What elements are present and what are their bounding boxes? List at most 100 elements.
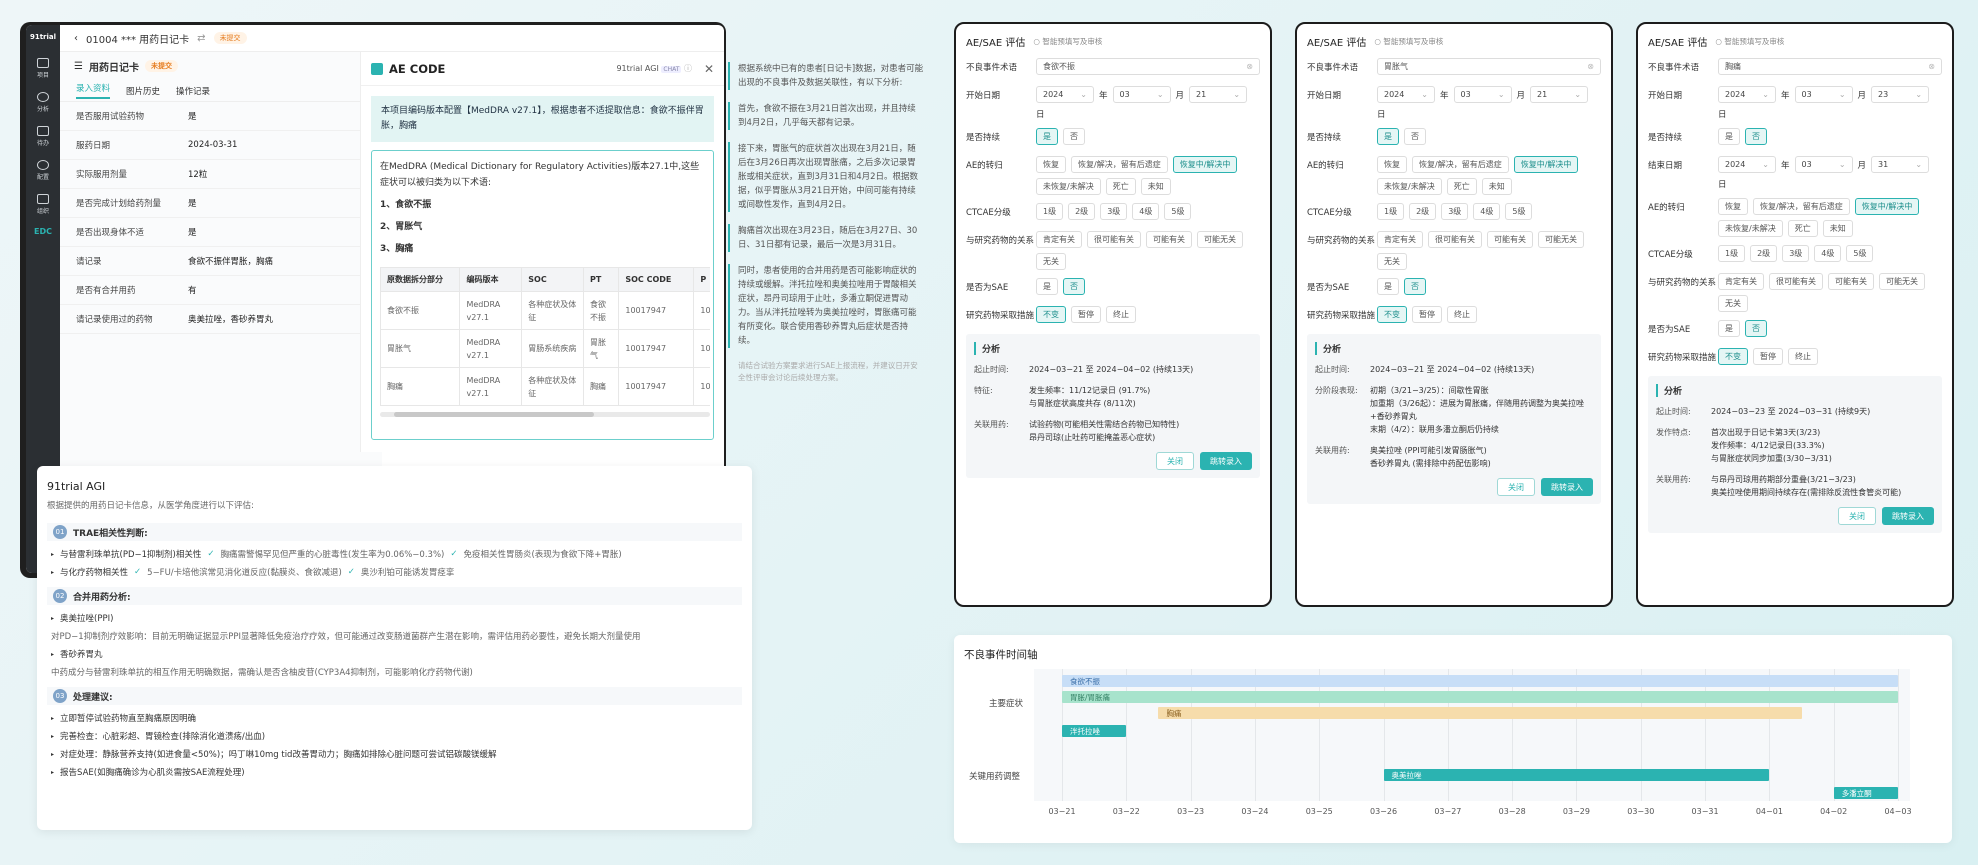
- field-value[interactable]: 是: [188, 197, 197, 209]
- clear-icon[interactable]: ⊗: [1928, 62, 1935, 71]
- option-chip[interactable]: 肯定有关: [1036, 231, 1082, 248]
- option-chip[interactable]: 未知: [1481, 178, 1512, 195]
- sidebar-item-todo[interactable]: 待办: [26, 119, 60, 153]
- jump-entry-button[interactable]: 跳转录入: [1882, 507, 1934, 525]
- option-chip[interactable]: 终止: [1788, 348, 1818, 365]
- date-select[interactable]: 03 ⌄: [1453, 86, 1512, 103]
- close-icon[interactable]: ✕: [704, 62, 714, 76]
- option-chip[interactable]: 否: [1404, 278, 1426, 295]
- option-chip[interactable]: 2级: [1750, 245, 1778, 262]
- date-select[interactable]: 2024 ⌄: [1718, 86, 1776, 103]
- date-select[interactable]: 03 ⌄: [1794, 86, 1853, 103]
- option-chip[interactable]: 肯定有关: [1718, 273, 1764, 290]
- option-chip[interactable]: 1级: [1036, 203, 1064, 220]
- option-chip[interactable]: 死亡: [1446, 178, 1477, 195]
- option-chip[interactable]: 无关: [1718, 295, 1748, 312]
- option-chip[interactable]: 暂停: [1071, 306, 1101, 323]
- date-select[interactable]: 23 ⌄: [1871, 86, 1930, 103]
- option-chip[interactable]: 否: [1063, 128, 1085, 145]
- option-chip[interactable]: 恢复中/解决中: [1513, 156, 1579, 173]
- sidebar-item-org[interactable]: 组织: [26, 187, 60, 221]
- date-select[interactable]: 2024 ⌄: [1377, 86, 1435, 103]
- field-value[interactable]: 食欲不振伴胃胀，胸痛: [188, 255, 273, 267]
- close-button[interactable]: 关闭: [1838, 507, 1876, 525]
- option-chip[interactable]: 1级: [1718, 245, 1746, 262]
- date-select[interactable]: 21 ⌄: [1530, 86, 1589, 103]
- smart-fill-toggle[interactable]: ○ 智能预填写及审核: [1033, 36, 1102, 47]
- option-chip[interactable]: 死亡: [1787, 220, 1818, 237]
- close-button[interactable]: 关闭: [1497, 478, 1535, 496]
- field-value[interactable]: 奥美拉唑，香砂养胃丸: [188, 313, 273, 325]
- option-chip[interactable]: 4级: [1132, 203, 1160, 220]
- tab-image-history[interactable]: 图片历史: [126, 85, 160, 97]
- option-chip[interactable]: 暂停: [1753, 348, 1783, 365]
- jump-entry-button[interactable]: 跳转录入: [1541, 478, 1593, 496]
- option-chip[interactable]: 3级: [1100, 203, 1128, 220]
- option-chip[interactable]: 1级: [1377, 203, 1405, 220]
- option-chip[interactable]: 可能无关: [1879, 273, 1925, 290]
- date-select[interactable]: 03 ⌄: [1112, 86, 1171, 103]
- option-chip[interactable]: 可能有关: [1146, 231, 1192, 248]
- option-chip[interactable]: 未知: [1822, 220, 1853, 237]
- sidebar-item-edc[interactable]: EDC: [26, 227, 60, 236]
- option-chip[interactable]: 未恢复/未解决: [1377, 178, 1442, 195]
- field-value[interactable]: 是: [188, 226, 197, 238]
- clear-icon[interactable]: ⊗: [1587, 62, 1594, 71]
- option-chip[interactable]: 不变: [1718, 348, 1748, 365]
- option-chip[interactable]: 很可能有关: [1428, 231, 1482, 248]
- option-chip[interactable]: 2级: [1068, 203, 1096, 220]
- option-chip[interactable]: 2级: [1409, 203, 1437, 220]
- option-chip[interactable]: 是: [1377, 128, 1399, 145]
- date-select[interactable]: 21 ⌄: [1189, 86, 1248, 103]
- option-chip[interactable]: 恢复/解决，留有后遗症: [1753, 198, 1850, 215]
- smart-fill-toggle[interactable]: ○ 智能预填写及审核: [1715, 36, 1784, 47]
- table-scrollbar[interactable]: [380, 412, 710, 417]
- option-chip[interactable]: 恢复/解决，留有后遗症: [1412, 156, 1509, 173]
- clear-icon[interactable]: ⊗: [1246, 62, 1253, 71]
- option-chip[interactable]: 恢复中/解决中: [1854, 198, 1920, 215]
- sidebar-item-project[interactable]: 项目: [26, 51, 60, 85]
- option-chip[interactable]: 否: [1063, 278, 1085, 295]
- option-chip[interactable]: 4级: [1473, 203, 1501, 220]
- option-chip[interactable]: 是: [1718, 128, 1740, 145]
- timeline-bar[interactable]: 胸痛: [1158, 707, 1802, 719]
- option-chip[interactable]: 无关: [1377, 253, 1407, 270]
- option-chip[interactable]: 5级: [1846, 245, 1874, 262]
- option-chip[interactable]: 未恢复/未解决: [1036, 178, 1101, 195]
- close-button[interactable]: 关闭: [1156, 452, 1194, 470]
- back-icon[interactable]: ‹: [74, 33, 78, 44]
- option-chip[interactable]: 恢复中/解决中: [1172, 156, 1238, 173]
- option-chip[interactable]: 否: [1404, 128, 1426, 145]
- option-chip[interactable]: 很可能有关: [1769, 273, 1823, 290]
- field-value[interactable]: 有: [188, 284, 197, 296]
- option-chip[interactable]: 终止: [1106, 306, 1136, 323]
- option-chip[interactable]: 恢复: [1718, 198, 1748, 215]
- sidebar-item-analysis[interactable]: 分析: [26, 85, 60, 119]
- date-select[interactable]: 2024 ⌄: [1036, 86, 1094, 103]
- option-chip[interactable]: 是: [1036, 278, 1058, 295]
- field-value[interactable]: 2024-03-31: [188, 140, 237, 150]
- option-chip[interactable]: 未知: [1140, 178, 1171, 195]
- option-chip[interactable]: 不变: [1036, 306, 1066, 323]
- term-input[interactable]: 胃胀气 ⊗: [1377, 58, 1601, 75]
- timeline-bar[interactable]: 奥美拉唑: [1383, 769, 1770, 781]
- option-chip[interactable]: 是: [1377, 278, 1399, 295]
- tab-operation-log[interactable]: 操作记录: [176, 85, 210, 97]
- option-chip[interactable]: 否: [1745, 320, 1767, 337]
- option-chip[interactable]: 恢复/解决，留有后遗症: [1071, 156, 1168, 173]
- option-chip[interactable]: 死亡: [1105, 178, 1136, 195]
- jump-entry-button[interactable]: 跳转录入: [1200, 452, 1252, 470]
- option-chip[interactable]: 未恢复/未解决: [1718, 220, 1783, 237]
- smart-fill-toggle[interactable]: ○ 智能预填写及审核: [1374, 36, 1443, 47]
- timeline-bar[interactable]: 泮托拉唑: [1062, 725, 1127, 737]
- option-chip[interactable]: 无关: [1036, 253, 1066, 270]
- timeline-bar[interactable]: 胃胀/胃胀痛: [1062, 691, 1898, 703]
- swap-icon[interactable]: ⇄: [197, 33, 205, 44]
- option-chip[interactable]: 是: [1718, 320, 1740, 337]
- field-value[interactable]: 12粒: [188, 168, 207, 180]
- date-select[interactable]: 31 ⌄: [1871, 156, 1930, 173]
- option-chip[interactable]: 终止: [1447, 306, 1477, 323]
- term-input[interactable]: 食欲不振 ⊗: [1036, 58, 1260, 75]
- option-chip[interactable]: 恢复: [1377, 156, 1407, 173]
- date-select[interactable]: 03 ⌄: [1794, 156, 1853, 173]
